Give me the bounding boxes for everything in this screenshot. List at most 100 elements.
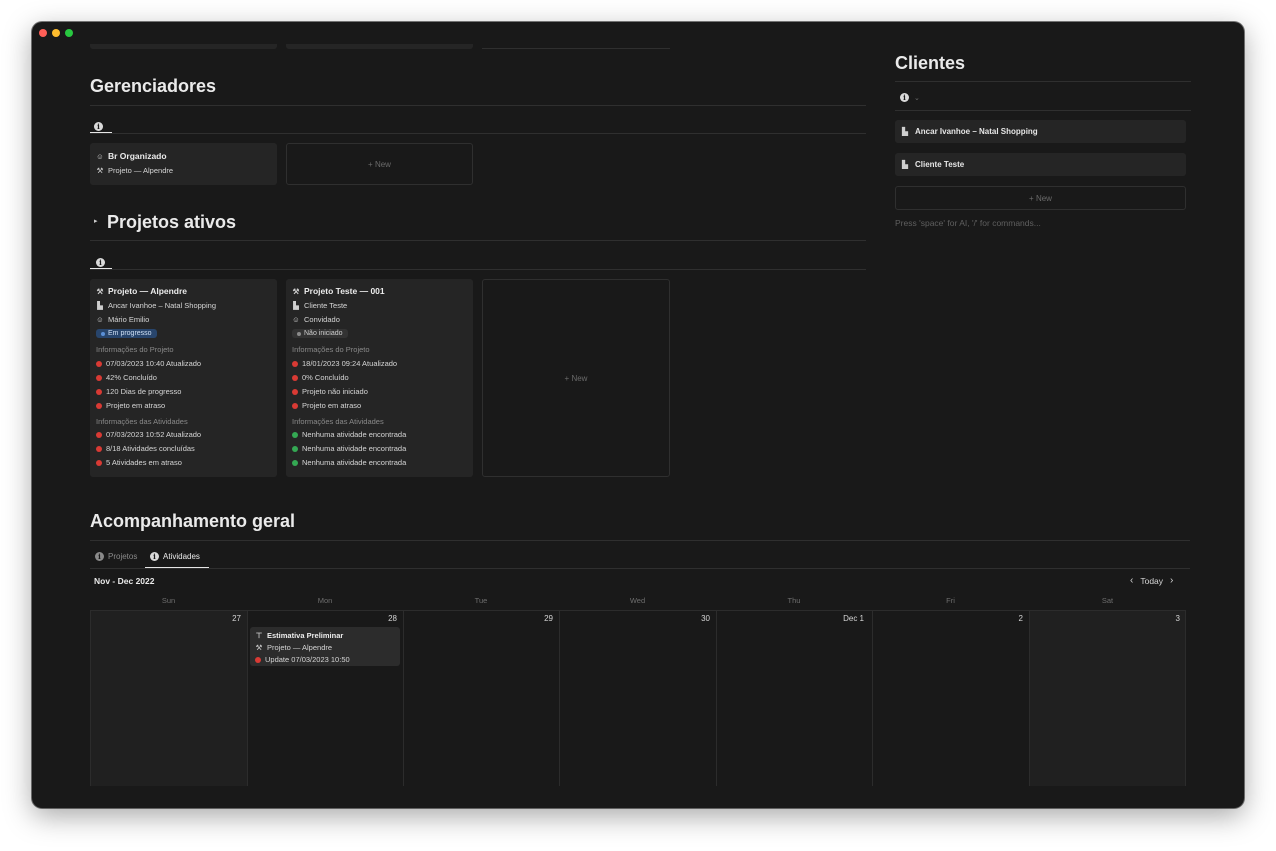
client-item[interactable]: ▙ Ancar Ivanhoe – Natal Shopping [895, 120, 1186, 143]
chevron-left-icon[interactable]: ‹ [1130, 575, 1133, 586]
event-update: Update 07/03/2023 10:50 [265, 655, 350, 664]
project-client-row: ▙ Ancar Ivanhoe – Natal Shopping [96, 301, 216, 310]
calendar-day-cell[interactable] [872, 610, 1029, 786]
red-status-icon [96, 459, 102, 466]
red-status-icon [96, 374, 102, 381]
weekday-label: Wed [629, 596, 646, 605]
activity-item: Nenhuma atividade encontrada [292, 458, 406, 467]
activity-text: Nenhuma atividade encontrada [302, 430, 407, 439]
acompanhamento-heading: Acompanhamento geral [90, 511, 296, 531]
card-project: Projeto — Alpendre [108, 166, 174, 175]
status-badge: Não iniciado [292, 329, 348, 338]
project-person-row: ☺ Mário Emilio [96, 315, 149, 324]
clientes-heading: Clientes [895, 53, 966, 73]
minimize-window-button[interactable] [52, 29, 60, 37]
activity-item: Nenhuma atividade encontrada [292, 444, 406, 453]
status-badge: Em progresso [96, 329, 157, 338]
project-title: Projeto — Alpendre [108, 286, 188, 296]
calendar-day-cell[interactable] [559, 610, 716, 786]
close-window-button[interactable] [39, 29, 47, 37]
info-text: Projeto em atraso [106, 401, 166, 410]
today-button[interactable]: Today [1140, 576, 1163, 586]
calendar-day-cell[interactable] [90, 610, 247, 786]
client-name: Ancar Ivanhoe – Natal Shopping [915, 127, 1038, 136]
scrolled-card-edge [482, 48, 670, 49]
triangle-right-icon[interactable]: ▸ [94, 217, 98, 225]
project-card[interactable]: ⚒ Projeto Teste — 001 ▙ Cliente Teste ☺ … [286, 279, 473, 477]
gerenciador-card[interactable]: ☺ Br Organizado ⚒ Projeto — Alpendre [90, 143, 277, 185]
card-title: Br Organizado [108, 151, 167, 161]
status-label: Em progresso [108, 330, 152, 337]
activities-header: Informações das Atividades [96, 417, 188, 426]
event-title-row: ⊤ Estimativa Preliminar [255, 631, 344, 640]
project-client: Cliente Teste [304, 301, 348, 310]
weekday-label: Sat [1101, 596, 1114, 605]
divider [90, 133, 866, 134]
chevron-right-icon[interactable]: › [1170, 575, 1173, 586]
hammer-icon: ⚒ [96, 166, 104, 175]
status-dot [297, 331, 301, 336]
info-icon: i [95, 552, 104, 561]
calendar-day-cell[interactable] [716, 610, 872, 786]
info-item: 120 Dias de progresso [96, 387, 181, 396]
user-circle-icon: ☺ [96, 151, 104, 161]
info-item: 0% Concluído [292, 373, 349, 382]
info-text: Projeto não iniciado [302, 387, 368, 396]
weekday-label: Mon [317, 596, 333, 605]
red-status-icon [292, 402, 298, 409]
info-icon: i [96, 258, 105, 267]
clientes-view-selector[interactable]: i ⌄ [900, 93, 920, 102]
info-item: 07/03/2023 10:40 Atualizado [96, 359, 201, 368]
info-header: Informações do Projeto [292, 345, 370, 354]
divider [895, 110, 1191, 111]
info-text: Projeto em atraso [302, 401, 362, 410]
divider [90, 240, 866, 241]
calendar-day-cell[interactable] [403, 610, 559, 786]
activities-header: Informações das Atividades [292, 417, 384, 426]
gerenciadores-new-button[interactable]: + New [286, 143, 473, 185]
green-status-icon [292, 459, 298, 466]
day-number: 29 [544, 614, 553, 623]
info-text: 07/03/2023 10:40 Atualizado [106, 359, 202, 368]
activity-item: Nenhuma atividade encontrada [292, 430, 406, 439]
day-number: 30 [701, 614, 710, 623]
building-icon: ▙ [293, 301, 299, 310]
clientes-new-button[interactable]: + New [895, 186, 1186, 210]
user-circle-icon: ☺ [292, 315, 300, 324]
project-title: Projeto Teste — 001 [304, 286, 385, 296]
status-dot [101, 331, 105, 336]
info-item: Projeto em atraso [96, 401, 165, 410]
card-title-row: ☺ Br Organizado [96, 151, 167, 161]
client-item[interactable]: ▙ Cliente Teste [895, 153, 1186, 176]
tab-projetos[interactable]: i Projetos [95, 552, 137, 561]
project-card[interactable]: ⚒ Projeto — Alpendre ▙ Ancar Ivanhoe – N… [90, 279, 277, 477]
hammer-icon: ⚒ [96, 286, 104, 296]
project-client-row: ▙ Cliente Teste [292, 301, 347, 310]
red-status-icon [292, 388, 298, 395]
editor-hint[interactable]: Press 'space' for AI, '/' for commands..… [895, 218, 1041, 228]
projetos-new-button[interactable]: + New [482, 279, 670, 477]
red-status-icon [96, 388, 102, 395]
calendar-day-cell[interactable] [1029, 610, 1186, 786]
weekday-label: Sun [161, 596, 176, 605]
activity-text: 5 Atividades em atraso [106, 458, 182, 467]
green-status-icon [292, 431, 298, 438]
divider [90, 568, 1190, 569]
event-update-row: Update 07/03/2023 10:50 [255, 655, 350, 664]
tab-label: Atividades [163, 552, 200, 561]
info-text: 18/01/2023 09:24 Atualizado [302, 359, 398, 368]
divider [90, 105, 866, 106]
building-icon: ▙ [97, 301, 103, 310]
gerenciadores-heading: Gerenciadores [90, 76, 217, 96]
status-label: Não iniciado [304, 330, 343, 337]
red-status-icon [292, 374, 298, 381]
red-status-icon [255, 656, 261, 663]
calendar-event[interactable]: ⊤ Estimativa Preliminar ⚒ Projeto — Alpe… [250, 627, 400, 666]
project-person: Mário Emilio [108, 315, 150, 324]
event-title: Estimativa Preliminar [267, 631, 344, 640]
activity-text: Nenhuma atividade encontrada [302, 458, 407, 467]
zoom-window-button[interactable] [65, 29, 73, 37]
tab-atividades[interactable]: i Atividades [150, 552, 200, 561]
info-item: 18/01/2023 09:24 Atualizado [292, 359, 397, 368]
user-circle-icon: ☺ [96, 315, 104, 324]
